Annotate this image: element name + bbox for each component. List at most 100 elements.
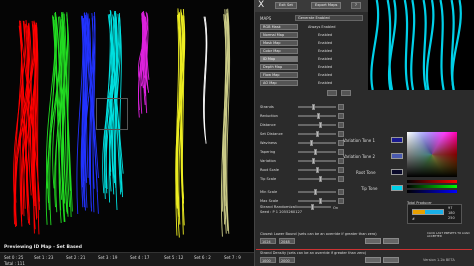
map-button-normal[interactable]: Normal Map xyxy=(260,32,298,38)
param-slider[interactable] xyxy=(298,189,336,195)
param-slider-knob[interactable] xyxy=(313,189,317,195)
color-picker[interactable] xyxy=(407,132,457,204)
export-maps-button[interactable]: Export Maps xyxy=(311,2,342,9)
set-count-5: Set 5 : 12 xyxy=(164,255,184,260)
map-row-flow: Flow Map Enabled xyxy=(260,72,364,79)
map-row-ao: AO Map Enabled xyxy=(260,80,364,87)
lower-bound-hint: Closest Lower Bound (sets can be an over… xyxy=(260,232,377,236)
param-slider[interactable] xyxy=(298,113,336,119)
variation-tone-2-swatch[interactable] xyxy=(391,153,403,159)
param-slider[interactable] xyxy=(298,149,336,155)
param-value-box[interactable] xyxy=(338,167,344,173)
close-icon[interactable]: X xyxy=(258,1,267,10)
param-row: Set Distance xyxy=(260,131,344,138)
map-button-id[interactable]: ID Map xyxy=(260,56,298,62)
map-state-color[interactable]: Enabled xyxy=(318,49,332,53)
param-slider-knob[interactable] xyxy=(315,167,319,173)
set-count-0: Set 0 : 25 xyxy=(4,255,24,260)
green-channel-bar[interactable] xyxy=(407,185,457,188)
param-slider-knob[interactable] xyxy=(319,122,322,128)
map-state-ao[interactable]: Enabled xyxy=(318,81,332,85)
param-value-box[interactable] xyxy=(338,198,344,204)
map-button-depth[interactable]: Depth Map xyxy=(260,64,298,70)
lower-bound-field-1[interactable]: 1024 xyxy=(260,238,276,244)
generate-toggle[interactable]: Generate Enabled xyxy=(295,15,363,21)
preview-strand xyxy=(422,0,428,91)
map-prev-button[interactable] xyxy=(327,90,337,96)
param-row: Waviness xyxy=(260,140,344,147)
tip-tone-swatch[interactable] xyxy=(391,185,403,191)
preview-strand xyxy=(425,0,435,91)
map-state-flow[interactable]: Enabled xyxy=(318,73,332,77)
red-channel-bar[interactable] xyxy=(407,180,457,183)
preview-strand xyxy=(439,0,445,91)
param-slider[interactable] xyxy=(298,131,336,137)
param-value-box[interactable] xyxy=(338,176,344,182)
lower-bound-reset[interactable] xyxy=(383,238,399,244)
lower-bound-apply[interactable] xyxy=(365,238,381,244)
blue-channel-bar[interactable] xyxy=(407,190,457,193)
randomization-on-toggle[interactable]: On xyxy=(333,206,338,210)
param-row: Strands xyxy=(260,104,344,111)
map-state-mask[interactable]: Enabled xyxy=(318,41,332,45)
map-button-rgb-mask[interactable]: RGB Mask xyxy=(260,24,298,30)
hair-viewport[interactable]: Previewing ID Map - Set Based Set 0 : 25… xyxy=(0,0,254,266)
root-tone-swatch[interactable] xyxy=(391,169,403,175)
presets-hint: CLICK LAST PRESETS TO LOAD ACCEPTED xyxy=(427,231,470,239)
param-row: Reduction xyxy=(260,113,344,120)
set-count-3: Set 3 : 19 xyxy=(98,255,118,260)
param-value-box[interactable] xyxy=(338,113,344,119)
density-reset[interactable] xyxy=(383,257,399,263)
param-slider-knob[interactable] xyxy=(312,158,315,164)
param-slider[interactable] xyxy=(298,122,336,128)
param-label: Tapering xyxy=(260,150,276,154)
selection-box xyxy=(96,98,128,130)
preview-strand xyxy=(370,0,380,91)
map-button-mask[interactable]: Mask Map xyxy=(260,40,298,46)
param-value-box[interactable] xyxy=(338,104,344,110)
param-label: Distance xyxy=(260,123,276,127)
density-field-2[interactable]: 2000 xyxy=(279,257,295,263)
map-row-id: ID Map Enabled xyxy=(260,56,364,63)
param-label: Reduction xyxy=(260,114,278,118)
density-apply[interactable] xyxy=(365,257,381,263)
variation-tone-1-swatch[interactable] xyxy=(391,137,403,143)
param-slider-knob[interactable] xyxy=(313,149,317,155)
param-slider-knob[interactable] xyxy=(317,113,321,119)
lower-bound-field-2[interactable]: 2048 xyxy=(279,238,295,244)
param-label: Variation xyxy=(260,159,276,163)
map-state-id[interactable]: Enabled xyxy=(318,57,332,61)
param-slider-knob[interactable] xyxy=(315,131,319,137)
param-slider[interactable] xyxy=(298,140,336,146)
param-label: Waviness xyxy=(260,141,277,145)
param-value-box[interactable] xyxy=(338,189,344,195)
map-button-ao[interactable]: AO Map xyxy=(260,80,298,86)
param-slider[interactable] xyxy=(298,167,336,173)
param-slider[interactable] xyxy=(298,158,336,164)
param-value-box[interactable] xyxy=(338,131,344,137)
param-value-box[interactable] xyxy=(338,122,344,128)
param-slider-knob[interactable] xyxy=(319,176,322,182)
map-state-depth[interactable]: Enabled xyxy=(318,65,332,69)
param-slider-knob[interactable] xyxy=(319,198,322,204)
help-button[interactable]: ? xyxy=(351,2,361,9)
param-slider[interactable] xyxy=(298,198,336,204)
param-slider-knob[interactable] xyxy=(310,140,314,146)
randomization-slider-knob[interactable] xyxy=(311,204,314,210)
exit-set-button[interactable]: Exit Set xyxy=(275,2,297,9)
param-row: Tapering xyxy=(260,149,344,156)
randomization-slider[interactable] xyxy=(295,204,331,210)
param-slider-knob[interactable] xyxy=(312,104,315,110)
map-button-color[interactable]: Color Map xyxy=(260,48,298,54)
preview-strand xyxy=(403,0,410,91)
set-count-4: Set 4 : 17 xyxy=(130,255,150,260)
density-field-1[interactable]: 1000 xyxy=(260,257,276,263)
map-state-rgb-mask: Always Enabled xyxy=(308,25,336,29)
param-slider[interactable] xyxy=(298,104,336,110)
map-next-button[interactable] xyxy=(341,90,351,96)
map-button-flow[interactable]: Flow Map xyxy=(260,72,298,78)
param-label: Strands xyxy=(260,105,274,109)
color-picker-field[interactable] xyxy=(407,132,457,177)
map-state-normal[interactable]: Enabled xyxy=(318,33,332,37)
param-slider[interactable] xyxy=(298,176,336,182)
